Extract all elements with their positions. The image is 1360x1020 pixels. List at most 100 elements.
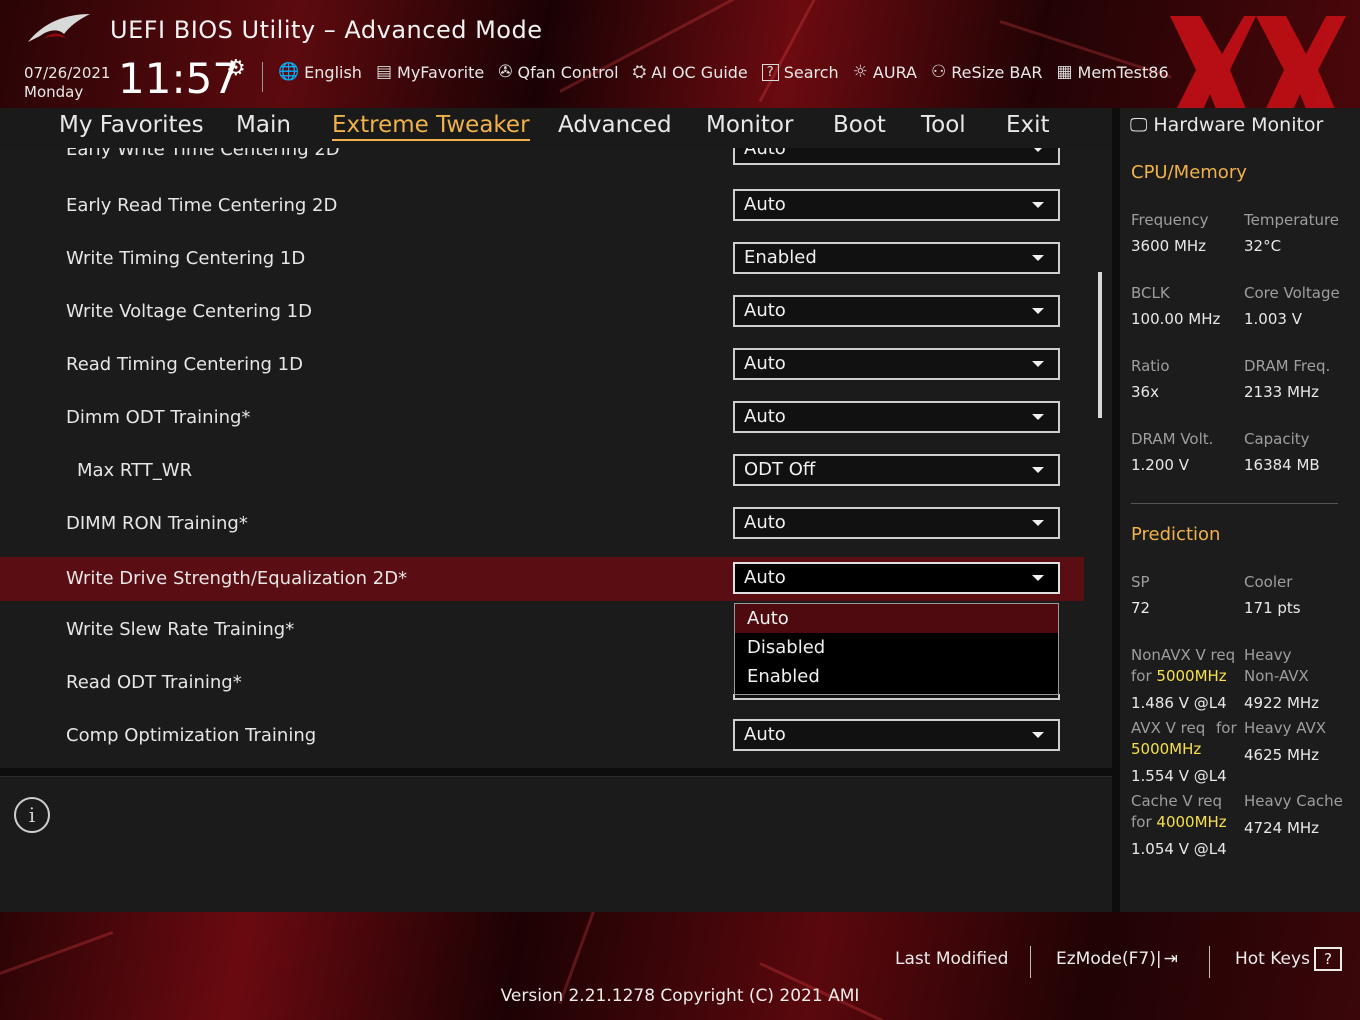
- dropdown-value: Auto: [744, 406, 786, 427]
- ezmode-button[interactable]: EzMode(F7)| ⇥: [1056, 949, 1178, 969]
- avx-voltage: 1.554 V @L4: [1131, 767, 1227, 785]
- dropdown-value: Auto: [744, 724, 786, 745]
- temperature-label: Temperature: [1244, 211, 1340, 229]
- version-text: Version 2.21.1278 Copyright (C) 2021 AMI: [500, 986, 860, 1006]
- hardware-monitor-label: Hardware Monitor: [1153, 114, 1324, 136]
- setting-dropdown[interactable]: Auto: [733, 348, 1060, 380]
- temperature-value: 32°C: [1244, 237, 1282, 255]
- setting-dropdown[interactable]: Auto: [733, 507, 1060, 539]
- tab-advanced[interactable]: Advanced: [558, 112, 672, 138]
- setting-row[interactable]: Dimm ODT Training* Auto: [0, 396, 1112, 440]
- dropdown-value: Auto: [744, 148, 786, 159]
- footer-bar: Last Modified EzMode(F7)| ⇥ Hot Keys? Ver…: [0, 912, 1360, 1020]
- setting-dropdown[interactable]: Auto: [733, 719, 1060, 751]
- setting-label: Early Read Time Centering 2D: [66, 195, 338, 216]
- header-divider: [262, 62, 263, 92]
- dram-freq-label: DRAM Freq.: [1244, 357, 1331, 375]
- heavy-cache-label: Heavy Cache: [1244, 792, 1343, 810]
- setting-label: Write Drive Strength/Equalization 2D*: [66, 568, 408, 589]
- info-icon: i: [14, 797, 50, 833]
- footer-divider: [1209, 946, 1210, 978]
- caret-down-icon: [1032, 202, 1044, 208]
- tab-my-favorites[interactable]: My Favorites: [59, 112, 204, 138]
- core-voltage-value: 1.003 V: [1244, 310, 1302, 328]
- gear-icon[interactable]: ⚙: [226, 56, 246, 81]
- setting-label: Early Write Time Centering 2D: [66, 148, 340, 160]
- search-button[interactable]: ? Search: [761, 62, 839, 82]
- myfavorite-button[interactable]: ▤ MyFavorite: [376, 62, 484, 82]
- monitor-screen-icon: 🖵: [1130, 114, 1148, 136]
- prediction-heading: Prediction: [1131, 524, 1221, 545]
- cache-label: Cache V req: [1131, 792, 1223, 810]
- qfan-label: Qfan Control: [517, 62, 619, 82]
- setting-label: Read Timing Centering 1D: [66, 354, 303, 375]
- search-label: Search: [783, 62, 839, 82]
- header-bar: UEFI BIOS Utility – Advanced Mode 07/26/…: [0, 0, 1360, 108]
- avx-freq: 5000MHz: [1131, 740, 1202, 758]
- dropdown-option-disabled[interactable]: Disabled: [735, 633, 1058, 662]
- dram-freq-value: 2133 MHz: [1244, 383, 1320, 401]
- language-button[interactable]: 🌐 English: [278, 62, 362, 82]
- help-panel: i: [0, 776, 1112, 912]
- setting-row[interactable]: Write Timing Centering 1D Enabled: [0, 237, 1112, 281]
- date-text: 07/26/2021: [24, 64, 111, 82]
- setting-row[interactable]: Comp Optimization Training Auto: [0, 714, 1112, 758]
- heavy-avx-label: Heavy AVX: [1244, 719, 1327, 737]
- setting-dropdown[interactable]: Auto: [733, 148, 1060, 165]
- setting-row[interactable]: Read Timing Centering 1D Auto: [0, 343, 1112, 387]
- ai-oc-guide-button[interactable]: ⛭ AI OC Guide: [633, 62, 748, 82]
- dropdown-option-enabled[interactable]: Enabled: [735, 662, 1058, 691]
- resize-bar-label: ReSize BAR: [951, 62, 1043, 82]
- heavy-cache-value: 4724 MHz: [1244, 819, 1320, 837]
- bclk-value: 100.00 MHz: [1131, 310, 1221, 328]
- frequency-value: 3600 MHz: [1131, 237, 1207, 255]
- search-icon: ?: [761, 63, 779, 81]
- setting-dropdown[interactable]: ODT Off: [733, 454, 1060, 486]
- tab-tool[interactable]: Tool: [921, 112, 966, 138]
- setting-row[interactable]: Max RTT_WR ODT Off: [0, 449, 1112, 493]
- setting-dropdown[interactable]: Enabled: [733, 242, 1060, 274]
- aura-button[interactable]: ☼ AURA: [853, 62, 917, 82]
- hardware-monitor-title: 🖵 Hardware Monitor: [1130, 114, 1323, 136]
- setting-dropdown[interactable]: Auto: [733, 295, 1060, 327]
- setting-label: Write Voltage Centering 1D: [66, 301, 312, 322]
- cooler-value: 171 pts: [1244, 599, 1301, 617]
- weekday-text: Monday: [24, 83, 84, 101]
- frequency-label: Frequency: [1131, 211, 1209, 229]
- heavy-nonavx-label: Non-AVX: [1244, 667, 1309, 685]
- caret-down-icon: [1032, 575, 1044, 581]
- setting-dropdown[interactable]: Auto: [733, 562, 1060, 594]
- for-text: for: [1131, 667, 1152, 685]
- setting-dropdown[interactable]: Auto: [733, 401, 1060, 433]
- toolbar: 🌐 English ▤ MyFavorite ✇ Qfan Control ⛭ …: [278, 62, 1169, 82]
- qfan-control-button[interactable]: ✇ Qfan Control: [498, 62, 618, 82]
- hot-keys-label: Hot Keys: [1235, 949, 1310, 969]
- setting-dropdown[interactable]: Auto: [733, 189, 1060, 221]
- caret-down-icon: [1032, 732, 1044, 738]
- dropdown-option-auto[interactable]: Auto: [735, 604, 1058, 633]
- memtest-button[interactable]: ▦ MemTest86: [1056, 62, 1168, 82]
- setting-row[interactable]: DIMM RON Training* Auto: [0, 502, 1112, 546]
- tab-boot[interactable]: Boot: [833, 112, 886, 138]
- language-label: English: [304, 62, 362, 82]
- setting-row[interactable]: Early Read Time Centering 2D Auto: [0, 184, 1112, 228]
- sp-label: SP: [1131, 573, 1150, 591]
- tab-main[interactable]: Main: [236, 112, 291, 138]
- caret-down-icon: [1032, 361, 1044, 367]
- dram-volt-label: DRAM Volt.: [1131, 430, 1214, 448]
- setting-row-selected[interactable]: Write Drive Strength/Equalization 2D* Au…: [0, 557, 1084, 601]
- capacity-value: 16384 MB: [1244, 456, 1320, 474]
- scrollbar[interactable]: [1098, 272, 1102, 418]
- heavy-label: Heavy: [1244, 646, 1292, 664]
- nonavx-voltage: 1.486 V @L4: [1131, 694, 1227, 712]
- chip-icon: ⛭: [632, 62, 647, 82]
- setting-row[interactable]: Early Write Time Centering 2D Auto: [0, 148, 1112, 172]
- tab-monitor[interactable]: Monitor: [706, 112, 793, 138]
- last-modified-button[interactable]: Last Modified: [895, 949, 1008, 969]
- resize-bar-button[interactable]: ⚇ ReSize BAR: [931, 62, 1042, 82]
- setting-row[interactable]: Write Voltage Centering 1D Auto: [0, 290, 1112, 334]
- hot-keys-button[interactable]: Hot Keys?: [1235, 947, 1342, 971]
- for-text: for: [1131, 813, 1152, 831]
- tab-exit[interactable]: Exit: [1006, 112, 1050, 138]
- tab-extreme-tweaker[interactable]: Extreme Tweaker: [332, 112, 530, 141]
